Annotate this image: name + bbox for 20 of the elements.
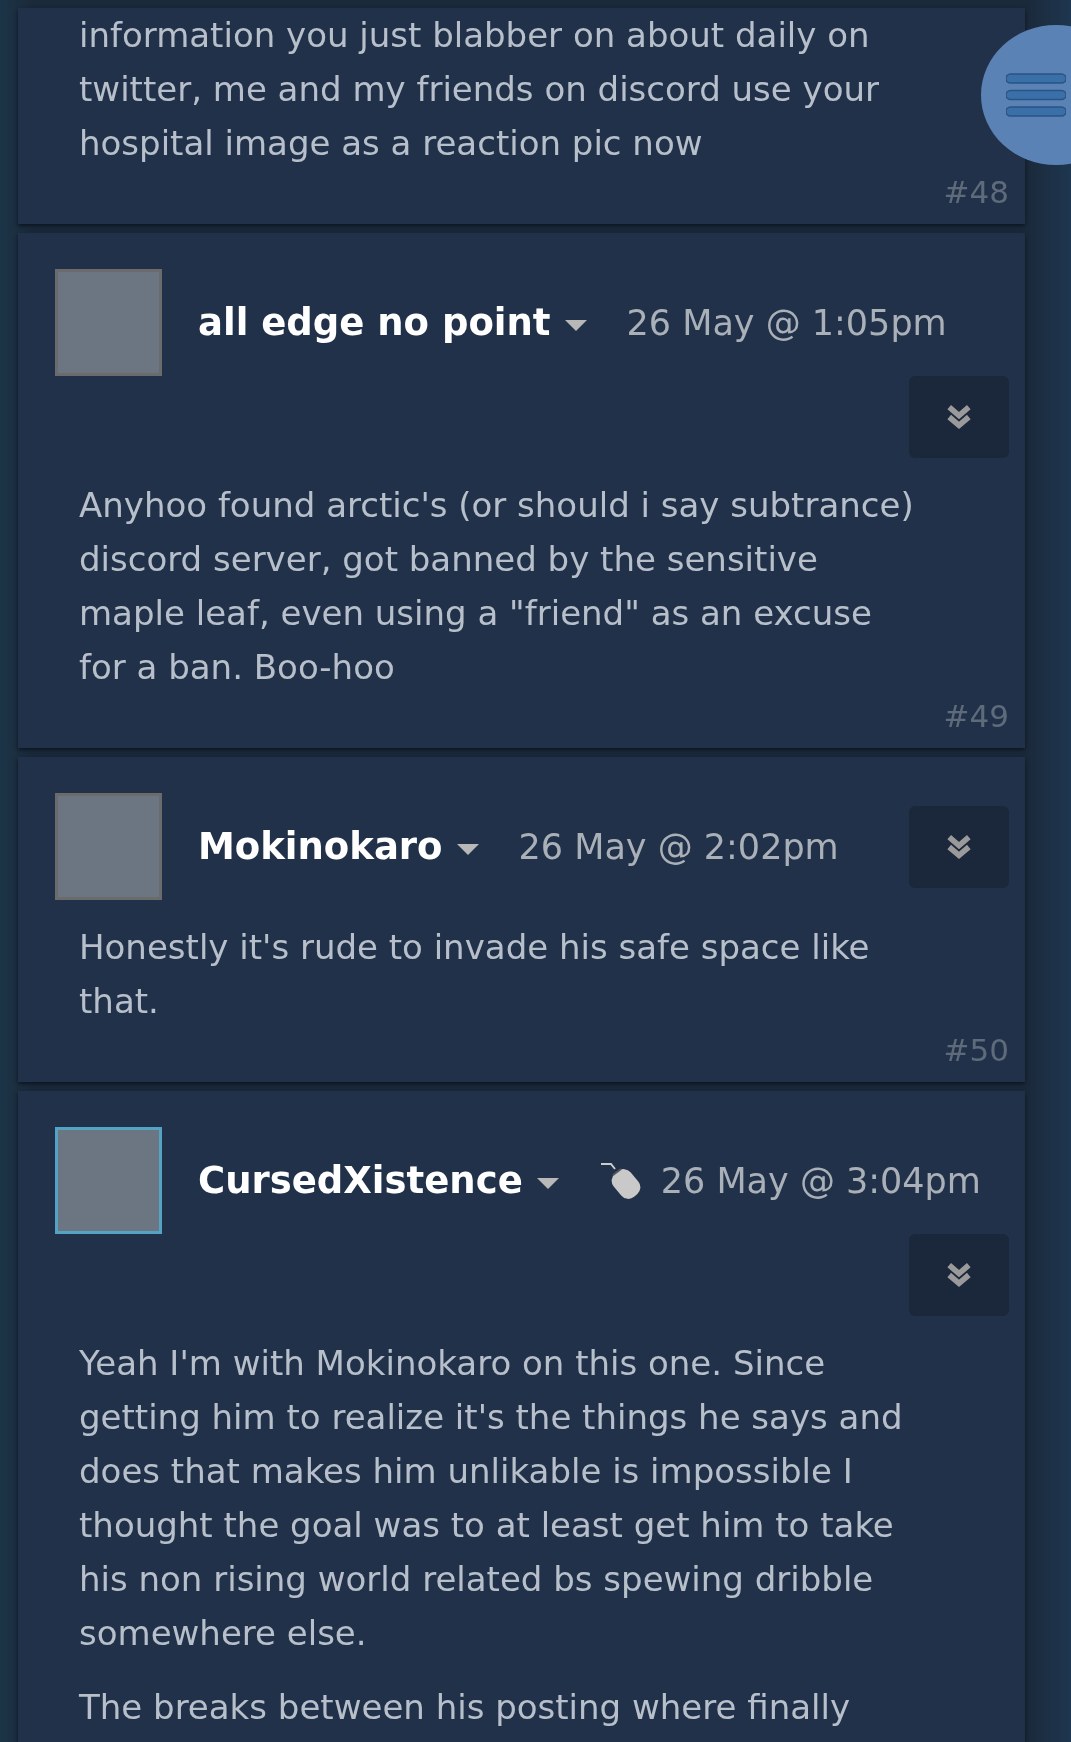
caret-icon[interactable]: [456, 844, 479, 855]
caret-icon[interactable]: [536, 1178, 559, 1189]
author-name[interactable]: CursedXistence: [198, 1159, 523, 1202]
expand-button[interactable]: [909, 805, 1009, 888]
comment-text: Anyhoo found arctic's (or should i say subtrance) discord server, got banned by the sensitive maple leaf, even using a "friend" as an excuse for a ban. Boo-hoo: [79, 484, 915, 689]
double-chevron-icon: [945, 403, 973, 431]
post-timestamp: 26 May @ 2:02pm: [518, 826, 839, 867]
post-timestamp: 26 May @ 3:04pm: [660, 1160, 981, 1201]
post-timestamp: 26 May @ 1:05pm: [626, 302, 947, 343]
comment-text: information you just blabber on about daily on twitter, me and my friends on discord use your hospital image as a reaction pic now: [79, 14, 880, 165]
expand-button[interactable]: [909, 376, 1009, 458]
double-chevron-icon: [945, 832, 973, 861]
comment-text: Honestly it's rude to invade his safe space like that.: [79, 926, 871, 1023]
caret-icon[interactable]: [564, 320, 587, 331]
expand-button[interactable]: [909, 1234, 1009, 1316]
comment-text: The breaks between his posting where finally: [79, 1686, 852, 1729]
author-name[interactable]: Mokinokaro: [198, 825, 443, 868]
author-name[interactable]: all edge no point: [198, 301, 551, 344]
double-chevron-icon: [945, 1261, 973, 1289]
comment-text: Yeah I'm with Mokinokaro on this one. Since getting him to realize it's the things he says and does that makes him unlikable is impossible I thought the goal was to at least get him to take his non rising world related bs spewing dribble somewhere else.: [79, 1342, 904, 1655]
